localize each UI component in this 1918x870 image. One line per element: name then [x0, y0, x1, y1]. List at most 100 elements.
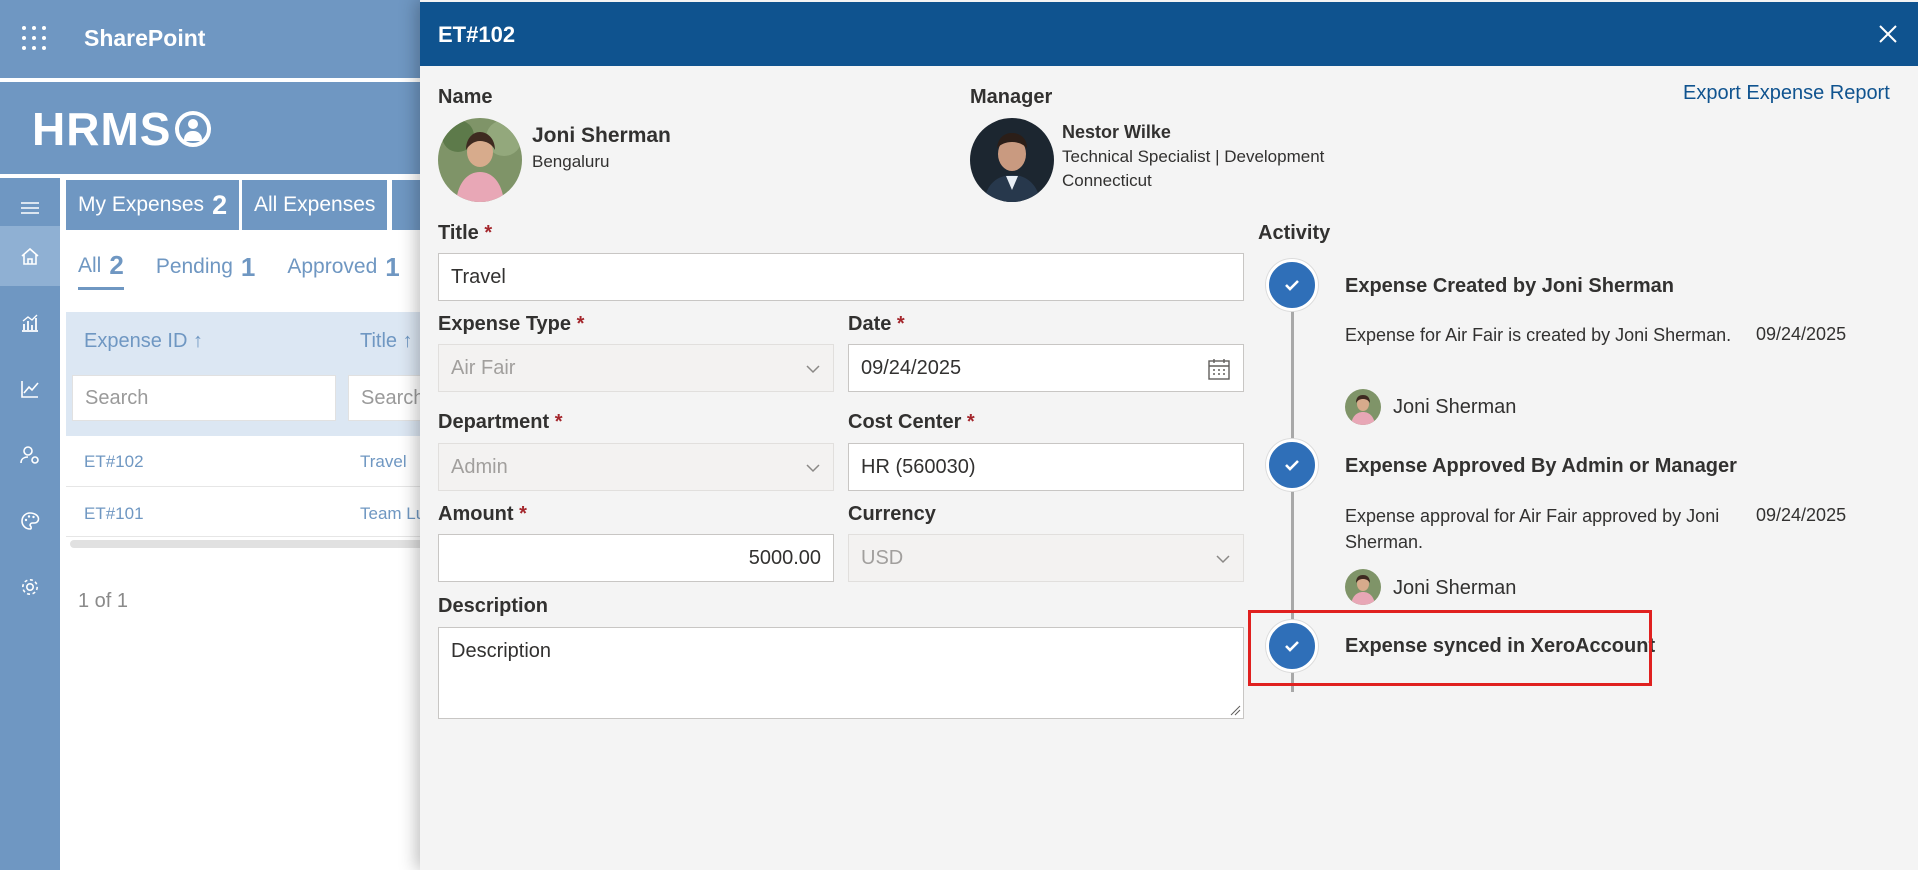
subtab-count: 1 [240, 251, 256, 282]
description-value: Description [451, 640, 552, 662]
user-badge-icon [175, 111, 212, 147]
subtab-label: Approved [287, 255, 378, 278]
panel-title: ET#102 [438, 22, 516, 47]
panel-header: ET#102 [420, 2, 1918, 66]
divider [66, 536, 426, 537]
subtab-all[interactable]: All 2 [78, 250, 124, 290]
description-textarea[interactable]: Description [438, 627, 1244, 719]
palette-icon[interactable] [0, 491, 60, 551]
divider [66, 486, 426, 487]
required-mark: * [554, 411, 563, 433]
required-mark: * [519, 503, 527, 525]
tab-label: My Expenses [78, 193, 205, 216]
chevron-down-icon [806, 464, 820, 473]
expense-type-label: Expense Type * [438, 313, 584, 336]
home-icon[interactable] [0, 226, 60, 286]
amount-field[interactable]: 5000.00 [438, 534, 834, 582]
field-label-text: Date [848, 313, 892, 335]
expense-detail-panel: ET#102 Name Joni Sherman Bengaluru Manag… [420, 0, 1918, 870]
activity-user: Joni Sherman [1393, 396, 1517, 418]
export-expense-report-link[interactable]: Export Expense Report [1683, 82, 1890, 105]
resize-handle-icon[interactable] [1229, 704, 1241, 716]
title-label: Title * [438, 222, 492, 245]
field-label-text: Title [438, 222, 479, 244]
cost-center-label: Cost Center * [848, 411, 975, 434]
bar-chart-icon[interactable] [0, 293, 60, 353]
check-icon [1266, 259, 1318, 311]
activity-title: Expense Created by Joni Sherman [1345, 275, 1675, 297]
subtab-count: 2 [109, 250, 124, 280]
activity-date: 09/24/2025 [1756, 505, 1847, 525]
activity-label: Activity [1258, 222, 1331, 244]
line-chart-icon[interactable] [0, 359, 60, 419]
app-title[interactable]: SharePoint [84, 25, 205, 52]
chevron-down-icon [806, 365, 820, 374]
manager-role: Technical Specialist | Development [1062, 147, 1325, 166]
cell-expense-id[interactable]: ET#101 [84, 504, 144, 524]
date-value: 09/24/2025 [861, 357, 962, 379]
horizontal-scrollbar[interactable] [70, 540, 426, 548]
tab-count: 2 [212, 189, 228, 220]
subtab-label: All [78, 253, 102, 277]
tab-label: All Expenses [254, 193, 376, 216]
dropdown-value: Air Fair [451, 357, 516, 379]
left-rail [0, 178, 60, 870]
column-header-title[interactable]: Title ↑ [360, 330, 413, 353]
chevron-down-icon [1216, 555, 1230, 564]
subtab-count: 1 [385, 251, 400, 282]
date-label: Date * [848, 313, 905, 336]
tab-my-expenses[interactable]: My Expenses 2 [66, 180, 240, 230]
search-input[interactable]: Search [348, 375, 428, 421]
field-label-text: Amount [438, 503, 514, 525]
manager-location: Connecticut [1062, 171, 1152, 190]
check-icon [1266, 439, 1318, 491]
avatar [1345, 569, 1381, 605]
expense-type-dropdown[interactable]: Air Fair [438, 344, 834, 392]
column-header-expense-id[interactable]: Expense ID ↑ [84, 330, 203, 353]
tab-all-expenses[interactable]: All Expenses [242, 180, 388, 230]
subtab-pending[interactable]: Pending 1 [156, 250, 256, 290]
manager-label: Manager [970, 86, 1053, 108]
subtab-approved[interactable]: Approved 1 [287, 250, 399, 290]
user-settings-icon[interactable] [0, 425, 60, 485]
gear-icon[interactable] [0, 557, 60, 617]
app-launcher-icon[interactable] [22, 26, 46, 50]
amount-label: Amount * [438, 503, 527, 526]
close-icon[interactable] [1876, 22, 1900, 46]
required-mark: * [484, 222, 493, 244]
avatar [1345, 389, 1381, 425]
activity-title: Expense Approved By Admin or Manager [1345, 455, 1737, 477]
cell-expense-id[interactable]: ET#102 [84, 452, 144, 472]
required-mark: * [896, 313, 905, 335]
date-picker[interactable]: 09/24/2025 [848, 344, 1244, 392]
title-field[interactable]: Travel [438, 253, 1244, 301]
search-input[interactable]: Search [72, 375, 336, 421]
manager-name: Nestor Wilke [1062, 122, 1171, 142]
site-name: HRMS [32, 103, 172, 155]
field-label-text: Cost Center [848, 411, 962, 433]
department-dropdown[interactable]: Admin [438, 443, 834, 491]
currency-dropdown[interactable]: USD [848, 534, 1244, 582]
currency-label: Currency [848, 503, 936, 525]
activity-date: 09/24/2025 [1756, 324, 1847, 344]
dropdown-value: USD [861, 547, 904, 569]
name-label: Name [438, 86, 493, 108]
activity-description: Expense approval for Air Fair approved b… [1345, 506, 1720, 552]
avatar [970, 118, 1054, 202]
employee-location: Bengaluru [532, 152, 610, 171]
required-mark: * [576, 313, 585, 335]
subtab-label: Pending [155, 255, 233, 278]
description-label: Description [438, 595, 549, 617]
highlight-box [1248, 610, 1652, 686]
field-label-text: Department [438, 411, 550, 433]
avatar [438, 118, 522, 202]
cost-center-field[interactable]: HR (560030) [848, 443, 1244, 491]
field-label-text: Expense Type [438, 313, 572, 335]
calendar-icon[interactable] [1207, 357, 1231, 381]
activity-description: Expense for Air Fair is created by Joni … [1345, 325, 1732, 345]
department-label: Department * [438, 411, 563, 434]
activity-user: Joni Sherman [1393, 577, 1517, 599]
cell-title: Travel [360, 452, 407, 471]
pager: 1 of 1 [78, 590, 129, 612]
site-logo: HRMS [32, 102, 212, 156]
